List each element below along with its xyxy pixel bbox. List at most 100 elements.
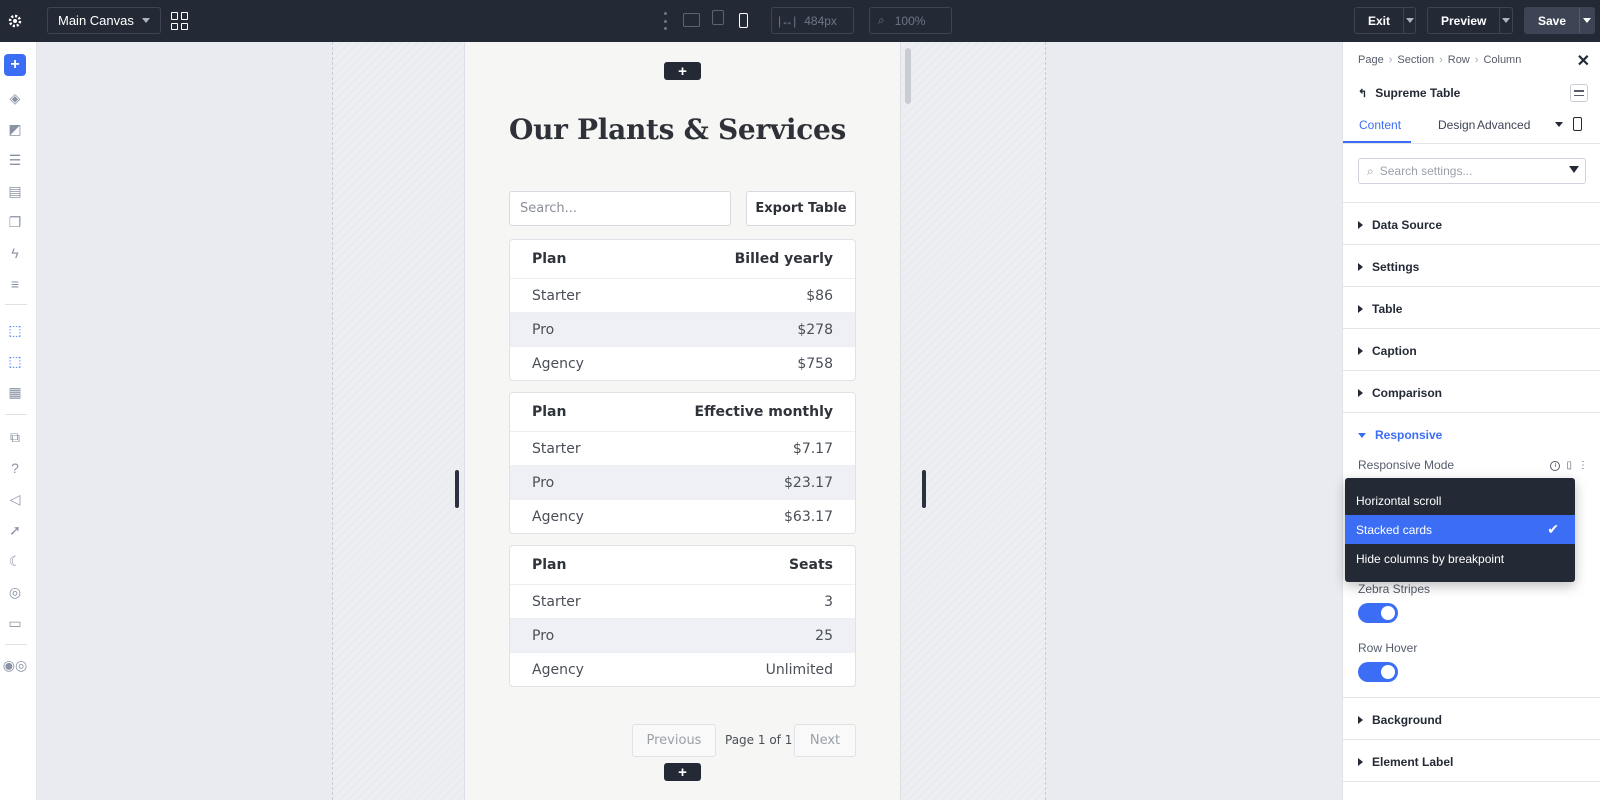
section-responsive[interactable]: Responsive	[1358, 428, 1442, 442]
canvas-width-value: 484px	[804, 13, 837, 28]
tab-design[interactable]: Design	[1438, 118, 1475, 132]
settings-search-input[interactable]: ⌕ Search settings...	[1358, 158, 1586, 184]
resize-handle-right[interactable]	[922, 470, 926, 508]
table-row[interactable]: Pro $23.17	[510, 465, 855, 499]
add-section-top-button[interactable]: +	[664, 62, 701, 80]
desktop-view-icon[interactable]	[683, 13, 700, 27]
templates-icon[interactable]: ⧉	[4, 426, 26, 448]
section-label: Background	[1372, 713, 1443, 727]
tab-content[interactable]: Content	[1359, 118, 1401, 132]
back-arrow-icon[interactable]: ↰	[1358, 87, 1367, 100]
section-divider	[1343, 202, 1600, 203]
chevron-down-icon[interactable]	[1555, 122, 1563, 127]
cell-plan: Pro	[532, 627, 555, 644]
select-element-icon[interactable]: ⬚	[4, 319, 26, 341]
layout-grid-icon[interactable]	[171, 12, 189, 30]
breadcrumb-column[interactable]: Column	[1483, 54, 1521, 66]
section-background[interactable]: Background	[1358, 713, 1442, 727]
option-hide-columns[interactable]: Hide columns by breakpoint	[1345, 544, 1575, 573]
table-row[interactable]: Agency $63.17	[510, 499, 855, 533]
module-options-icon[interactable]	[1570, 84, 1588, 102]
table-row[interactable]: Starter 3	[510, 584, 855, 618]
cursor-icon[interactable]: ➚	[4, 519, 26, 541]
filter-icon[interactable]	[1569, 166, 1579, 173]
table-search-input[interactable]	[509, 191, 731, 226]
row-hover-toggle[interactable]	[1358, 662, 1398, 682]
section-caption[interactable]: Caption	[1358, 344, 1417, 358]
page-scrollbar[interactable]	[905, 48, 911, 104]
section-comparison[interactable]: Comparison	[1358, 386, 1442, 400]
zoom-input[interactable]: ⌕ 100%	[869, 7, 952, 34]
settings-list-icon[interactable]: ≡	[4, 273, 26, 295]
multi-select-icon[interactable]: ⬚	[4, 350, 26, 372]
add-section-bottom-button[interactable]: +	[664, 763, 701, 781]
layers-icon[interactable]: ◈	[4, 87, 26, 109]
breadcrumb-page[interactable]: Page	[1358, 54, 1384, 66]
database-icon[interactable]: ☰	[4, 149, 26, 171]
monitor-icon[interactable]: ▭	[4, 612, 26, 634]
canvas-select[interactable]: Main Canvas	[47, 7, 161, 34]
form-icon[interactable]: ▤	[4, 180, 26, 202]
megaphone-icon[interactable]: ◁	[4, 488, 26, 510]
target-icon[interactable]: ◎	[4, 581, 26, 603]
preview-dropdown-toggle[interactable]	[1499, 8, 1512, 33]
table-row[interactable]: Starter $7.17	[510, 431, 855, 465]
next-page-button[interactable]: Next	[794, 724, 856, 757]
phone-view-icon[interactable]	[739, 13, 748, 28]
lightning-icon[interactable]: ϟ	[4, 242, 26, 264]
table-row[interactable]: Starter $86	[510, 278, 855, 312]
close-icon[interactable]: ✕	[1577, 51, 1590, 71]
responsive-device-icon[interactable]: ▯	[1566, 460, 1572, 471]
preview-label: Preview	[1441, 13, 1487, 28]
option-stacked-cards[interactable]: Stacked cards ✔	[1345, 515, 1575, 544]
design-icon[interactable]: ◩	[4, 118, 26, 140]
help-icon[interactable]: ?	[4, 457, 26, 479]
info-icon[interactable]: i	[1550, 460, 1561, 471]
breadcrumb-row[interactable]: Row	[1448, 54, 1470, 66]
section-label: Table	[1372, 302, 1403, 316]
gear-icon[interactable]	[0, 0, 30, 42]
section-settings[interactable]: Settings	[1358, 260, 1419, 274]
tablet-view-icon[interactable]	[712, 10, 724, 25]
export-table-button[interactable]: Export Table	[746, 191, 856, 226]
section-element-label[interactable]: Element Label	[1358, 755, 1453, 769]
breadcrumb-section[interactable]: Section	[1397, 54, 1434, 66]
cell-plan: Starter	[532, 440, 581, 457]
table-row[interactable]: Agency Unlimited	[510, 652, 855, 686]
phone-view-icon[interactable]	[1573, 117, 1582, 131]
module-title-text: Supreme Table	[1375, 86, 1461, 100]
add-element-icon[interactable]: +	[4, 54, 26, 76]
tab-advanced[interactable]: Advanced	[1477, 118, 1530, 132]
resize-handle-left[interactable]	[455, 470, 459, 508]
zebra-stripes-toggle[interactable]	[1358, 603, 1398, 623]
table-row[interactable]: Agency $758	[510, 346, 855, 380]
more-vertical-icon[interactable]	[662, 12, 668, 30]
header-value: Billed yearly	[734, 251, 833, 267]
section-table[interactable]: Table	[1358, 302, 1402, 316]
section-data-source[interactable]: Data Source	[1358, 218, 1442, 232]
settings-search-placeholder: Search settings...	[1379, 164, 1473, 178]
table-row[interactable]: Pro 25	[510, 618, 855, 652]
page-title: Our Plants & Services	[509, 113, 846, 146]
caret-down-icon	[1358, 432, 1366, 438]
exit-button[interactable]: Exit	[1354, 7, 1416, 34]
breadcrumb: Page › Section › Row › Column	[1358, 54, 1522, 66]
save-dropdown-toggle[interactable]	[1579, 8, 1594, 33]
card-header-row: Plan Effective monthly	[510, 393, 855, 431]
dark-mode-icon[interactable]: ☾	[4, 550, 26, 572]
preview-button[interactable]: Preview	[1427, 7, 1513, 34]
pages-icon[interactable]: ❐	[4, 211, 26, 233]
table-row[interactable]: Pro $278	[510, 312, 855, 346]
preview-layout-icon[interactable]: ▦	[4, 381, 26, 403]
cell-plan: Starter	[532, 287, 581, 304]
save-button[interactable]: Save	[1524, 7, 1595, 34]
more-vertical-icon[interactable]: ⋮	[1578, 460, 1588, 471]
toggle-switch-icon[interactable]: ◉◎	[3, 654, 27, 676]
exit-dropdown-toggle[interactable]	[1403, 8, 1415, 33]
previous-page-button[interactable]: Previous	[632, 724, 716, 757]
settings-panel: Page › Section › Row › Column ✕ ↰ Supreme T…	[1342, 42, 1600, 800]
canvas-width-input[interactable]: |↔| 484px	[771, 7, 854, 34]
page-info: Page 1 of 1	[725, 733, 793, 747]
zoom-value: 100%	[894, 13, 926, 28]
option-horizontal-scroll[interactable]: Horizontal scroll	[1345, 486, 1575, 515]
